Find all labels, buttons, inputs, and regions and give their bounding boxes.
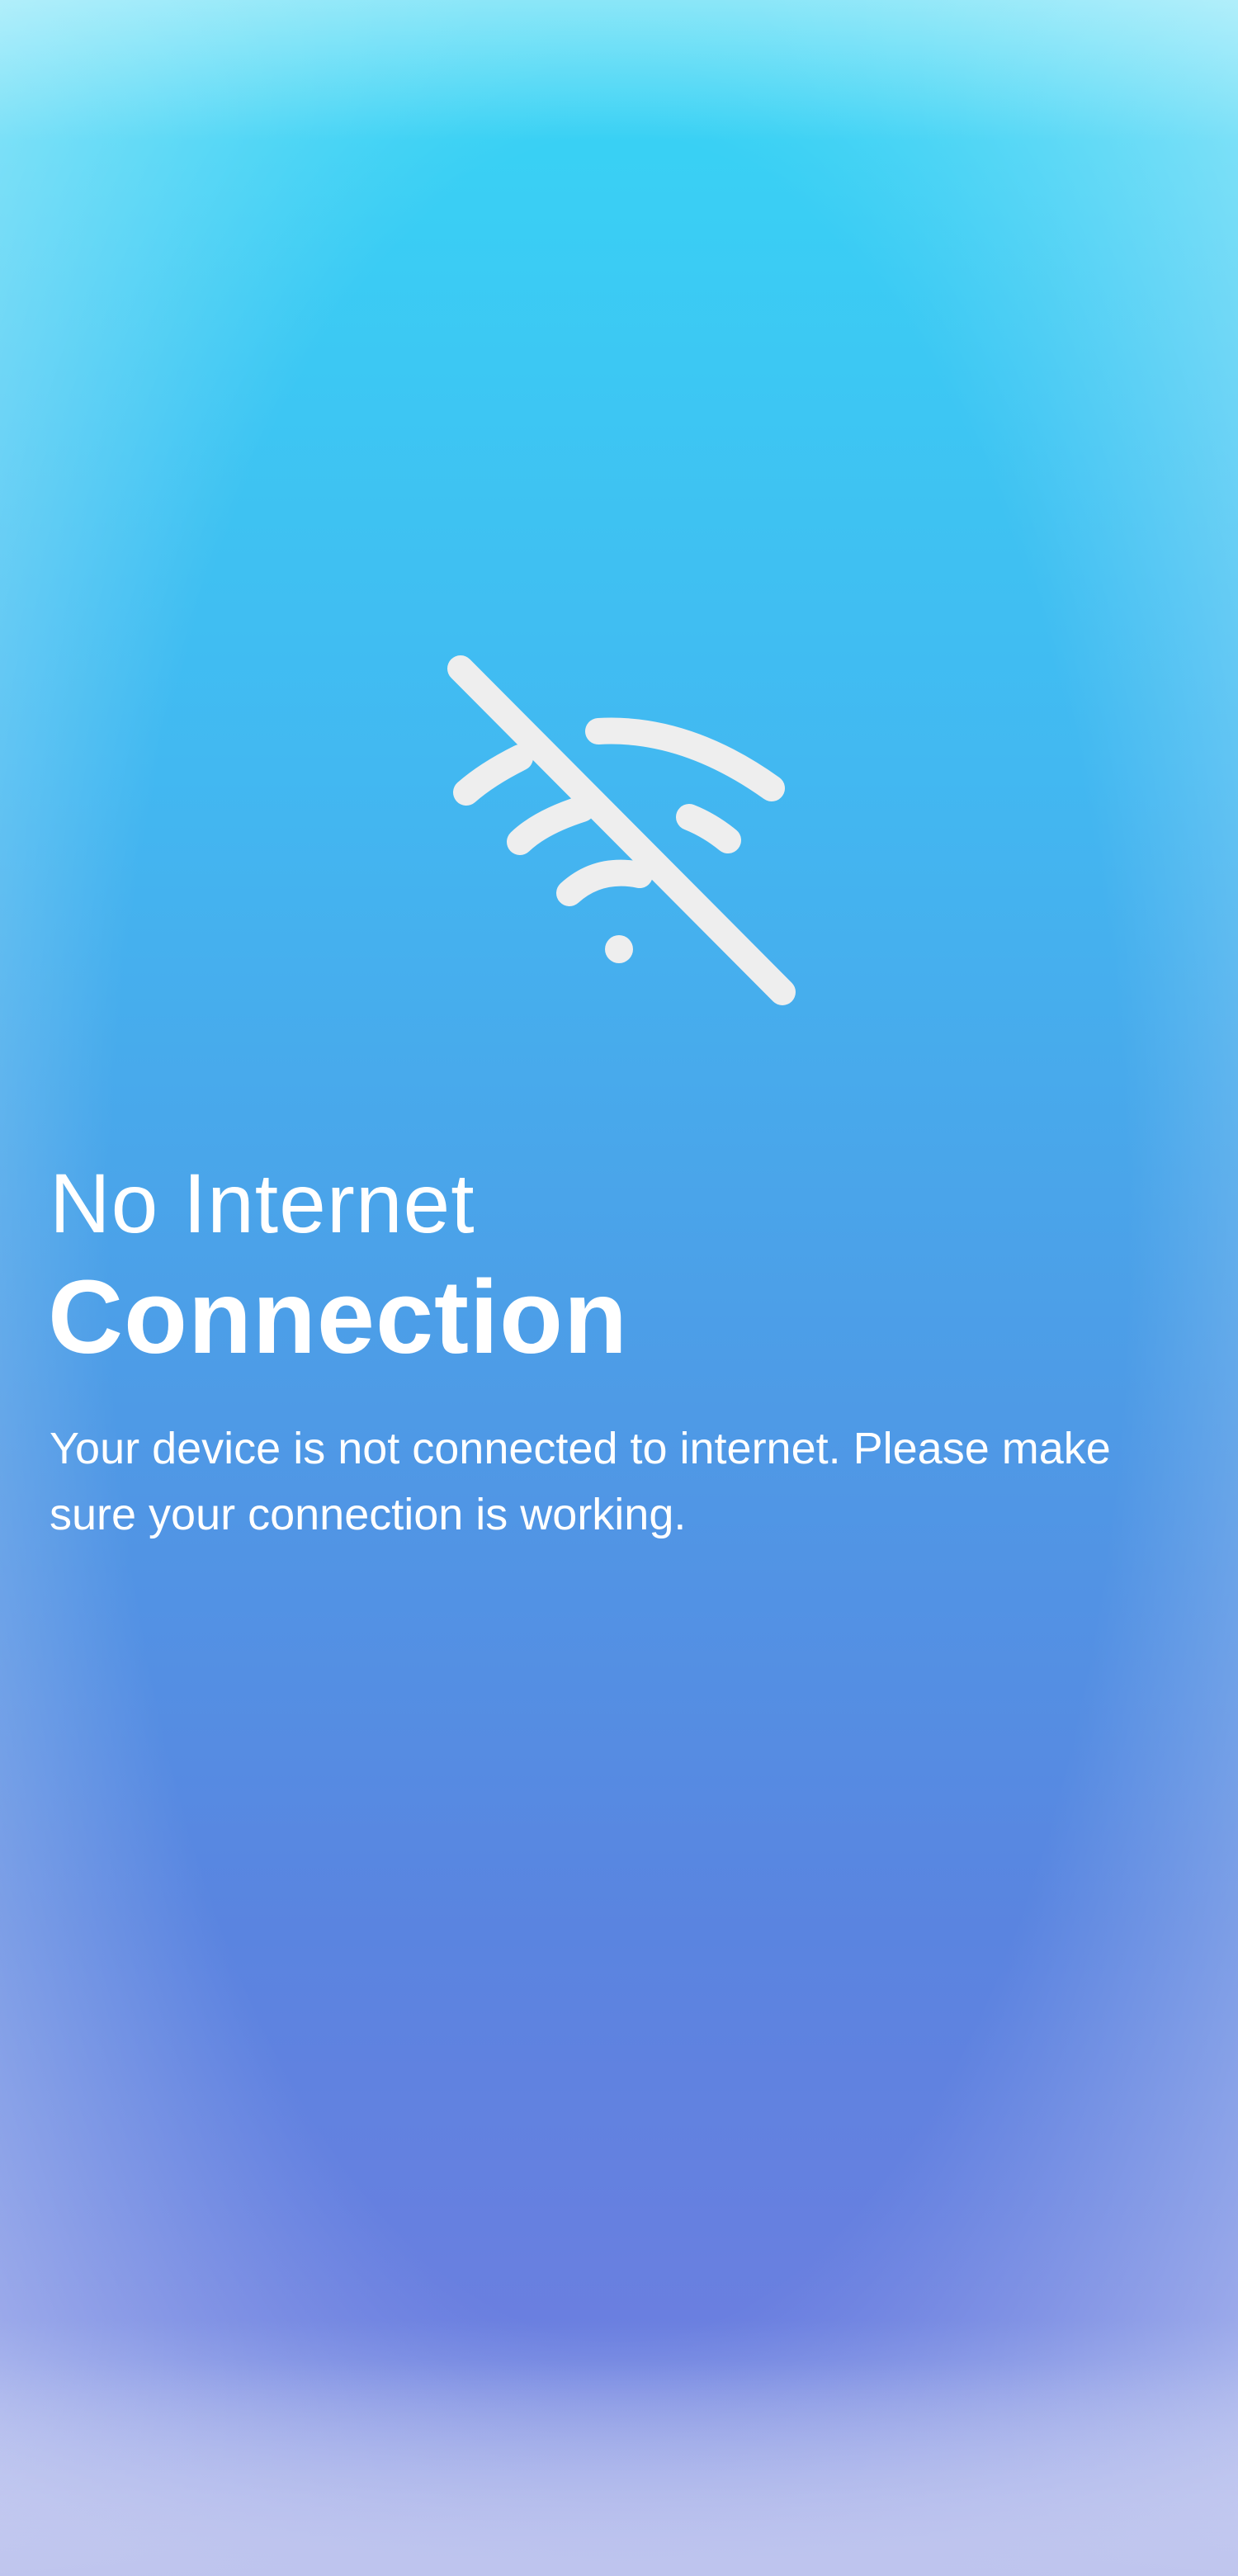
wifi-arc-outer-right	[585, 717, 785, 801]
wifi-arc-middle-right	[676, 804, 741, 853]
background-top-haze	[0, 0, 1238, 140]
wifi-off-icon	[437, 652, 801, 1015]
wifi-arc-outer-left	[453, 744, 533, 806]
wifi-arc-middle-left	[507, 796, 595, 855]
wifi-arc-inner	[556, 859, 653, 906]
wifi-dot	[605, 935, 633, 963]
title-connection: Connection	[48, 1259, 628, 1375]
wifi-off-svg	[447, 655, 796, 1005]
background-bottom-haze	[0, 2361, 1238, 2576]
title-no-internet: No Internet	[50, 1156, 475, 1250]
error-message: Your device is not connected to internet…	[50, 1424, 1111, 1539]
